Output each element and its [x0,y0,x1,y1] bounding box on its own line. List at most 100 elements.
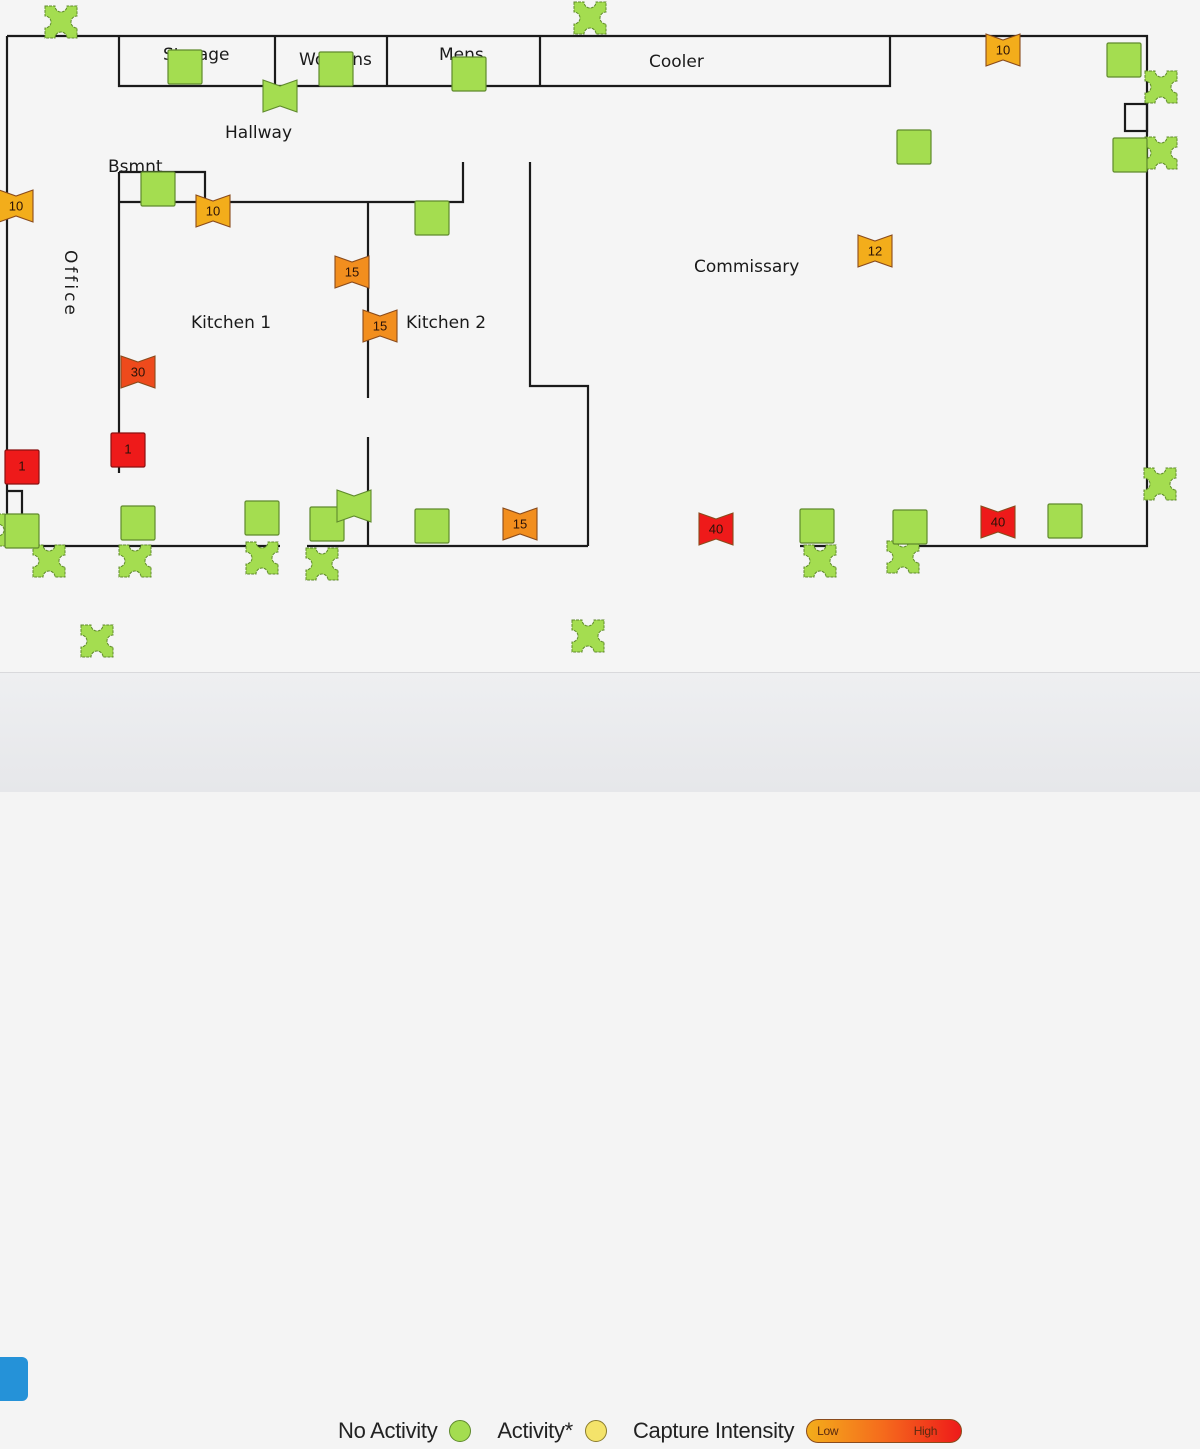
trap-capture-icon[interactable]: 15 [502,507,538,541]
square-shape [799,508,835,544]
bait-station-icon[interactable] [118,544,152,578]
walls [5,34,1149,548]
square-shape [1112,137,1148,173]
monitor-icon[interactable] [120,505,156,541]
bait-station-icon[interactable] [573,1,607,35]
monitor-icon[interactable] [167,49,203,85]
monitor-icon[interactable] [896,129,932,165]
monitor-icon[interactable] [318,51,354,87]
bait-station-icon[interactable] [1144,70,1178,104]
trap-capture-icon[interactable]: 30 [120,355,156,389]
bait-station-icon[interactable] [80,624,114,658]
room-label-cooler: Cooler [649,52,704,72]
scalloped-square-shape [1144,70,1178,104]
scalloped-square-shape [1143,467,1177,501]
scalloped-square-shape [32,544,66,578]
monitor-icon[interactable] [4,513,40,549]
bait-station-icon[interactable] [571,619,605,653]
trap-capture-icon[interactable]: 15 [362,309,398,343]
bait-station-icon[interactable] [32,544,66,578]
trap-count: 15 [345,265,359,280]
monitor-capture-icon[interactable]: 1 [110,432,146,468]
monitor-icon[interactable] [414,200,450,236]
monitor-icon[interactable] [140,171,176,207]
right-closet-wall [1123,102,1149,133]
monitor-icon[interactable] [1106,42,1142,78]
square-shape [167,49,203,85]
square-shape [414,508,450,544]
square-shape [318,51,354,87]
office-closet-wall [7,489,24,516]
scalloped-square-shape [886,540,920,574]
square-shape [244,500,280,536]
scalloped-square-shape [1144,136,1178,170]
bait-station-icon[interactable] [803,544,837,578]
bowtie-shape [262,79,298,113]
bait-station-icon[interactable] [886,540,920,574]
scalloped-square-shape [118,544,152,578]
top-rooms-wall [117,36,892,88]
bait-stations [0,1,1178,658]
square-shape [451,56,487,92]
trap-count: 30 [131,365,145,380]
square-shape [4,513,40,549]
trap-icon[interactable] [336,489,372,523]
trap-count: 10 [206,204,220,219]
intensity-high-label: High [913,1424,938,1438]
scalloped-square-shape [44,5,78,39]
trap-count: 12 [868,244,882,259]
scalloped-square-shape [571,619,605,653]
square-shape [140,171,176,207]
trap-capture-icon[interactable]: 15 [334,255,370,289]
scalloped-square-shape [305,547,339,581]
intensity-gradient-bar: Low High [806,1419,963,1443]
bait-station-icon[interactable] [1143,467,1177,501]
monitor-icon[interactable] [892,509,928,545]
monitor-count: 1 [18,459,25,474]
intensity-low-label: Low [817,1424,839,1438]
trap-count: 40 [991,515,1005,530]
trap-icon[interactable] [262,79,298,113]
trap-capture-icon[interactable]: 10 [985,33,1021,67]
square-shape [1047,503,1083,539]
bowtie-shape [336,489,372,523]
trap-capture-icon[interactable]: 40 [698,512,734,546]
square-shape [120,505,156,541]
trap-count: 15 [373,319,387,334]
monitor-count: 1 [124,442,131,457]
monitor-icon[interactable] [799,508,835,544]
outer-wall [5,34,1149,548]
monitor-icon[interactable] [414,508,450,544]
monitor-icon[interactable] [1112,137,1148,173]
trap-capture-icon[interactable]: 12 [857,234,893,268]
monitor-icon[interactable] [451,56,487,92]
room-label-kitchen1: Kitchen 1 [191,313,271,333]
trap-capture-icon[interactable]: 10 [195,194,231,228]
monitor-capture-icon[interactable]: 1 [4,449,40,485]
floor-plan-svg: Storage Womens Mens Cooler Hallway Bsmnt… [0,1,1178,658]
trap-count: 10 [9,199,23,214]
bait-station-icon[interactable] [1144,136,1178,170]
floor-plan-map: Storage Womens Mens Cooler Hallway Bsmnt… [0,0,1200,672]
room-label-office: Office [60,250,80,318]
scalloped-square-shape [803,544,837,578]
room-label-hallway: Hallway [225,123,292,143]
monitors: 11 [4,42,1148,549]
monitor-icon[interactable] [244,500,280,536]
bait-station-icon[interactable] [305,547,339,581]
bait-station-icon[interactable] [44,5,78,39]
action-button[interactable] [0,1357,28,1401]
square-shape [1106,42,1142,78]
yellow-circle-icon [584,1420,607,1442]
traps: 10 10 10 15 15 15 12 30 40 40 [0,33,1021,546]
monitor-icon[interactable] [1047,503,1083,539]
trap-capture-icon[interactable]: 40 [980,505,1016,539]
trap-count: 15 [513,517,527,532]
room-label-commissary: Commissary [694,257,799,277]
trap-capture-icon[interactable]: 10 [0,189,34,223]
trap-count: 40 [709,522,723,537]
square-shape [892,509,928,545]
commissary-wall [528,162,590,546]
trap-count: 10 [996,43,1010,58]
legend-footer: No Activity Activity* Capture Intensity … [0,672,1200,1443]
